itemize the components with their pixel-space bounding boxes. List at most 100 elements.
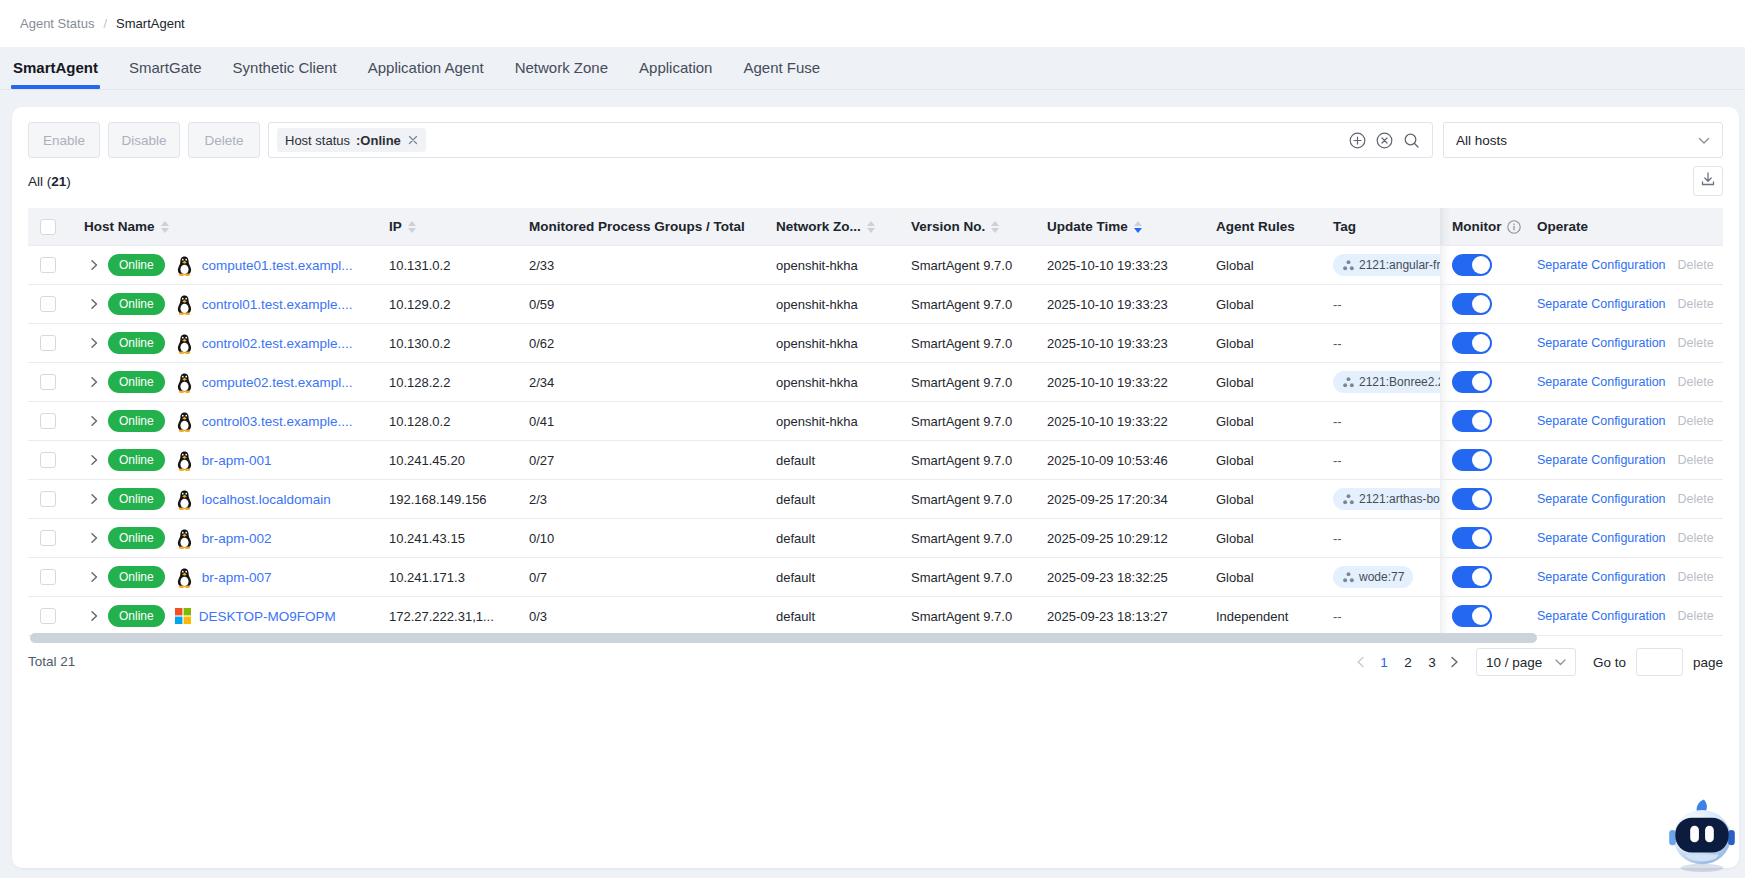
monitor-toggle[interactable] <box>1452 293 1492 315</box>
prev-page-icon[interactable] <box>1350 656 1372 668</box>
goto-page-input[interactable] <box>1636 648 1683 676</box>
sort-version-icon[interactable] <box>991 221 999 233</box>
separate-config-link[interactable]: Separate Configuration <box>1537 570 1666 584</box>
host-name-link[interactable]: localhost.localdomain <box>202 492 331 507</box>
host-scope-select[interactable]: All hosts <box>1443 122 1723 158</box>
monitor-toggle[interactable] <box>1452 527 1492 549</box>
separate-config-link[interactable]: Separate Configuration <box>1537 531 1666 545</box>
page-1[interactable]: 1 <box>1373 655 1395 670</box>
sort-host-name-icon[interactable] <box>161 221 169 233</box>
expand-row-icon[interactable] <box>88 298 100 310</box>
row-checkbox[interactable] <box>40 335 56 351</box>
expand-row-icon[interactable] <box>88 493 100 505</box>
clear-filter-icon[interactable] <box>1376 132 1393 149</box>
page-size-select[interactable]: 10 / page <box>1476 648 1576 676</box>
separate-config-link[interactable]: Separate Configuration <box>1537 375 1666 389</box>
row-checkbox[interactable] <box>40 296 56 312</box>
expand-row-icon[interactable] <box>88 415 100 427</box>
assistant-robot-mascot[interactable] <box>1661 792 1743 874</box>
filter-input[interactable]: Host status :Online <box>268 122 1433 158</box>
sort-ip-icon[interactable] <box>408 221 416 233</box>
disable-button[interactable]: Disable <box>108 122 180 158</box>
next-page-icon[interactable] <box>1444 656 1466 668</box>
header-ip[interactable]: IP <box>377 208 517 245</box>
row-delete-link[interactable]: Delete <box>1678 258 1714 272</box>
tab-application[interactable]: Application <box>639 47 712 89</box>
row-checkbox[interactable] <box>40 530 56 546</box>
monitor-toggle[interactable] <box>1452 566 1492 588</box>
tab-agent-fuse[interactable]: Agent Fuse <box>743 47 820 89</box>
monitor-toggle[interactable] <box>1452 410 1492 432</box>
tab-smartagent[interactable]: SmartAgent <box>13 47 98 89</box>
host-name-link[interactable]: control03.test.example.... <box>202 414 353 429</box>
host-name-link[interactable]: DESKTOP-MO9FOPM <box>199 609 336 624</box>
header-version[interactable]: Version No. <box>899 208 1035 245</box>
search-icon[interactable] <box>1403 132 1420 149</box>
delete-button[interactable]: Delete <box>188 122 260 158</box>
separate-config-link[interactable]: Separate Configuration <box>1537 414 1666 428</box>
monitor-info-icon[interactable] <box>1507 220 1521 234</box>
row-checkbox[interactable] <box>40 374 56 390</box>
row-checkbox[interactable] <box>40 608 56 624</box>
expand-row-icon[interactable] <box>88 376 100 388</box>
filter-tag[interactable]: Host status :Online <box>277 128 426 152</box>
expand-row-icon[interactable] <box>88 532 100 544</box>
tab-smartgate[interactable]: SmartGate <box>129 47 202 89</box>
row-delete-link[interactable]: Delete <box>1678 609 1714 623</box>
row-delete-link[interactable]: Delete <box>1678 531 1714 545</box>
row-delete-link[interactable]: Delete <box>1678 414 1714 428</box>
expand-row-icon[interactable] <box>88 610 100 622</box>
host-name-link[interactable]: compute02.test.exampl... <box>202 375 353 390</box>
monitor-toggle[interactable] <box>1452 488 1492 510</box>
row-checkbox[interactable] <box>40 257 56 273</box>
row-delete-link[interactable]: Delete <box>1678 336 1714 350</box>
monitor-toggle[interactable] <box>1452 332 1492 354</box>
sort-update-time-icon[interactable] <box>1134 221 1142 233</box>
separate-config-link[interactable]: Separate Configuration <box>1537 297 1666 311</box>
tab-network-zone[interactable]: Network Zone <box>515 47 608 89</box>
separate-config-link[interactable]: Separate Configuration <box>1537 453 1666 467</box>
expand-row-icon[interactable] <box>88 571 100 583</box>
expand-row-icon[interactable] <box>88 337 100 349</box>
expand-row-icon[interactable] <box>88 259 100 271</box>
separate-config-link[interactable]: Separate Configuration <box>1537 492 1666 506</box>
add-filter-icon[interactable] <box>1349 132 1366 149</box>
host-name-link[interactable]: control01.test.example.... <box>202 297 353 312</box>
separate-config-link[interactable]: Separate Configuration <box>1537 258 1666 272</box>
sort-network-zone-icon[interactable] <box>867 221 875 233</box>
tab-synthetic-client[interactable]: Synthetic Client <box>233 47 337 89</box>
tab-application-agent[interactable]: Application Agent <box>368 47 484 89</box>
host-name-link[interactable]: compute01.test.exampl... <box>202 258 353 273</box>
host-name-link[interactable]: control02.test.example.... <box>202 336 353 351</box>
enable-button[interactable]: Enable <box>28 122 100 158</box>
header-update-time[interactable]: Update Time <box>1035 208 1204 245</box>
horizontal-scrollbar[interactable] <box>30 633 1537 643</box>
export-button[interactable] <box>1693 166 1723 196</box>
monitor-toggle[interactable] <box>1452 449 1492 471</box>
host-name-link[interactable]: br-apm-007 <box>202 570 272 585</box>
monitor-toggle[interactable] <box>1452 605 1492 627</box>
page-3[interactable]: 3 <box>1421 655 1443 670</box>
row-checkbox[interactable] <box>40 491 56 507</box>
page-2[interactable]: 2 <box>1397 655 1419 670</box>
monitor-toggle[interactable] <box>1452 371 1492 393</box>
monitor-toggle[interactable] <box>1452 254 1492 276</box>
separate-config-link[interactable]: Separate Configuration <box>1537 609 1666 623</box>
separate-config-link[interactable]: Separate Configuration <box>1537 336 1666 350</box>
expand-row-icon[interactable] <box>88 454 100 466</box>
row-delete-link[interactable]: Delete <box>1678 375 1714 389</box>
host-name-link[interactable]: br-apm-001 <box>202 453 272 468</box>
header-network-zone[interactable]: Network Zo... <box>764 208 899 245</box>
row-delete-link[interactable]: Delete <box>1678 453 1714 467</box>
row-checkbox[interactable] <box>40 413 56 429</box>
breadcrumb-parent[interactable]: Agent Status <box>20 16 94 31</box>
row-checkbox[interactable] <box>40 569 56 585</box>
row-delete-link[interactable]: Delete <box>1678 570 1714 584</box>
header-host-name[interactable]: Host Name <box>72 208 377 245</box>
row-delete-link[interactable]: Delete <box>1678 492 1714 506</box>
host-name-link[interactable]: br-apm-002 <box>202 531 272 546</box>
filter-tag-remove-icon[interactable] <box>408 135 418 145</box>
row-checkbox[interactable] <box>40 452 56 468</box>
select-all-checkbox[interactable] <box>40 219 56 235</box>
row-delete-link[interactable]: Delete <box>1678 297 1714 311</box>
